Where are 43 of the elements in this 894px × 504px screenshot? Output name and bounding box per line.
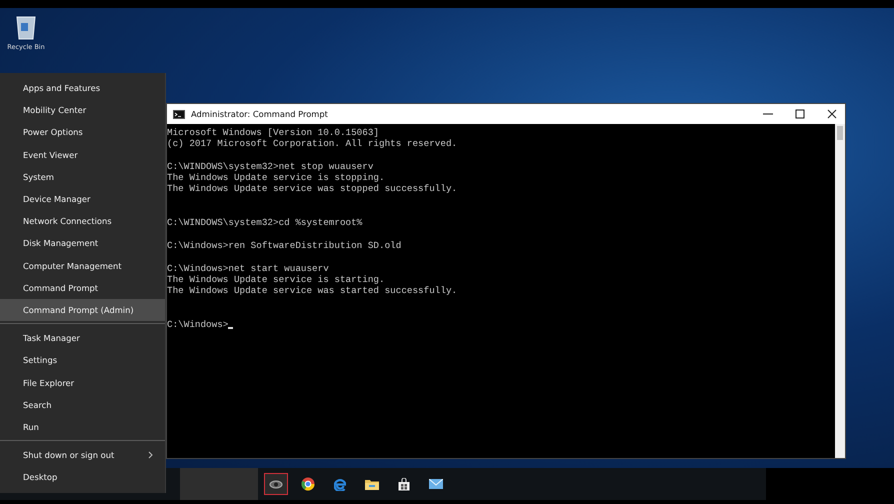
- shopping-bag-icon: [398, 478, 410, 490]
- menu-item[interactable]: Mobility Center: [0, 99, 165, 122]
- menu-item[interactable]: Task Manager: [0, 327, 165, 350]
- console-line: C:\Windows>ren SoftwareDistribution SD.old: [167, 240, 402, 252]
- menu-item[interactable]: Power Options: [0, 121, 165, 144]
- menu-item[interactable]: Apps and Features: [0, 77, 165, 100]
- menu-item[interactable]: Shut down or sign out: [0, 444, 165, 466]
- folder-icon: [365, 478, 379, 490]
- menu-item[interactable]: File Explorer: [0, 371, 165, 394]
- trash-bin-icon[interactable]: [15, 14, 37, 40]
- window-title: Administrator: Command Prompt: [191, 109, 329, 119]
- e-letter-icon: [334, 478, 346, 490]
- console-line: C:\WINDOWS\system32>net stop wuauserv: [167, 160, 374, 172]
- console-line: The Windows Update service was started successfully.: [167, 285, 458, 296]
- menu-item[interactable]: Desktop: [0, 466, 165, 488]
- menu-item[interactable]: Command Prompt (Admin): [0, 298, 165, 322]
- console-line: The Windows Update service is stopping.: [167, 172, 386, 184]
- eye-icon: [269, 480, 283, 488]
- menu-item[interactable]: Run: [0, 416, 165, 438]
- browser-icon: [301, 477, 315, 491]
- menu-item[interactable]: Computer Management: [0, 254, 165, 277]
- console-line: The Windows Update service is starting.: [167, 274, 386, 286]
- menu-item[interactable]: Search: [0, 394, 165, 416]
- scrollbar[interactable]: [835, 124, 845, 458]
- console-icon: [173, 110, 185, 118]
- menu-item[interactable]: Disk Management: [0, 232, 165, 254]
- text-cursor: [228, 327, 234, 330]
- menu-item[interactable]: Command Prompt: [0, 276, 165, 299]
- menu-item[interactable]: Settings: [0, 349, 165, 372]
- console-line: C:\WINDOWS\system32>cd %systemroot%: [167, 217, 364, 229]
- console-line: The Windows Update service was stopped successfully.: [167, 183, 458, 195]
- close-icon[interactable]: [827, 109, 837, 119]
- menu-item[interactable]: Device Manager: [0, 188, 165, 210]
- console-line: (c) 2017 Microsoft Corporation. All rights reserved.: [167, 138, 458, 150]
- menu-item[interactable]: Event Viewer: [0, 144, 165, 166]
- console-line: C:\Windows>net start wuauserv: [167, 262, 330, 274]
- taskbar-button[interactable]: [264, 473, 288, 495]
- maximize-icon[interactable]: [795, 109, 805, 119]
- console-prompt: C:\Windows>: [167, 319, 228, 330]
- envelope-icon: [429, 479, 443, 489]
- menu-item[interactable]: Network Connections: [0, 210, 165, 232]
- menu-item[interactable]: System: [0, 166, 165, 188]
- console-line: Microsoft Windows [Version 10.0.15063]: [167, 127, 380, 138]
